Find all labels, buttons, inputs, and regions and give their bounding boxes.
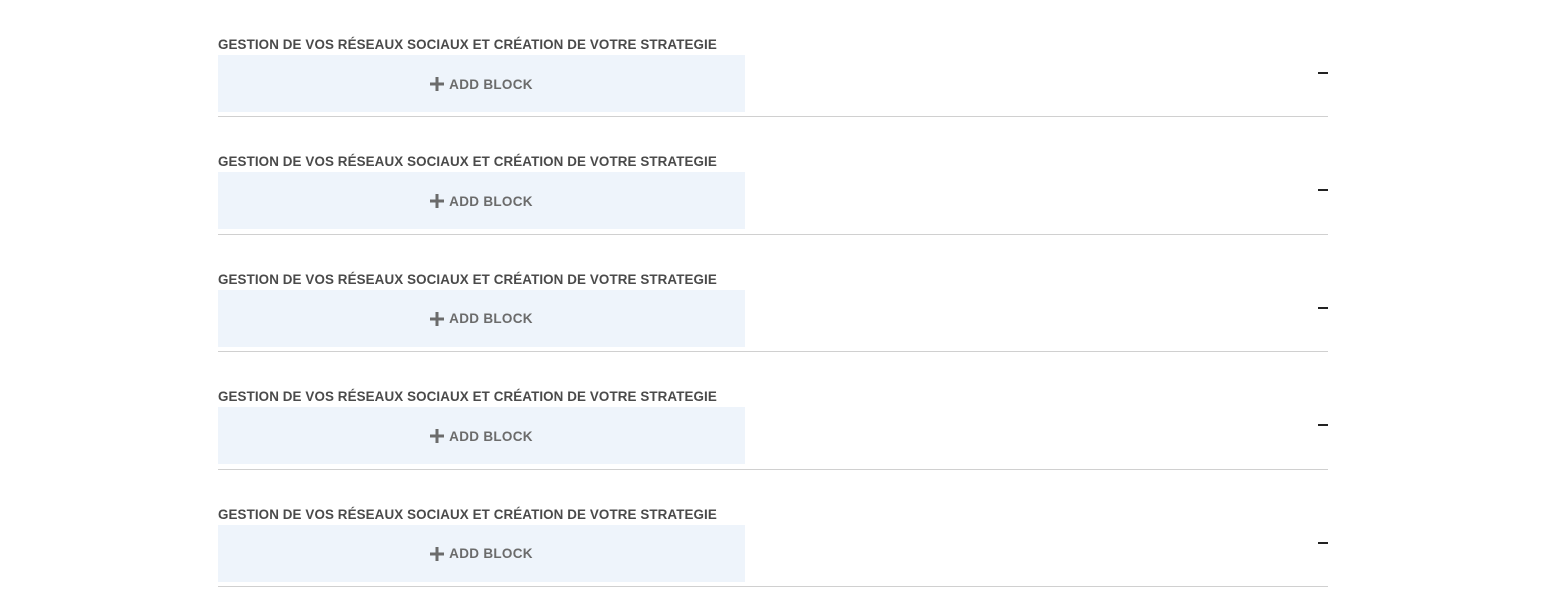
collapse-toggle-button[interactable] — [1310, 64, 1328, 82]
plus-icon — [430, 311, 445, 326]
minus-icon — [1318, 306, 1328, 309]
collapse-toggle-button[interactable] — [1310, 534, 1328, 552]
add-block-content: ADD BLOCK — [430, 77, 533, 92]
accordion-item: GESTION DE VOS RÉSEAUX SOCIAUX ET CRÉATI… — [218, 117, 1328, 235]
add-block-button[interactable]: ADD BLOCK — [218, 172, 745, 229]
accordion-item: GESTION DE VOS RÉSEAUX SOCIAUX ET CRÉATI… — [218, 352, 1328, 470]
accordion-item: GESTION DE VOS RÉSEAUX SOCIAUX ET CRÉATI… — [218, 470, 1328, 587]
add-block-button[interactable]: ADD BLOCK — [218, 524, 745, 582]
accordion-item-title: GESTION DE VOS RÉSEAUX SOCIAUX ET CRÉATI… — [218, 37, 717, 52]
collapse-toggle-button[interactable] — [1310, 416, 1328, 434]
add-block-button[interactable]: ADD BLOCK — [218, 289, 745, 347]
minus-icon — [1318, 72, 1328, 74]
add-block-label: ADD BLOCK — [449, 76, 533, 92]
plus-icon — [430, 429, 445, 443]
accordion-item: GESTION DE VOS RÉSEAUX SOCIAUX ET CRÉATI… — [218, 0, 1328, 117]
plus-icon — [430, 546, 445, 561]
collapse-toggle-button[interactable] — [1310, 181, 1328, 199]
accordion-list: GESTION DE VOS RÉSEAUX SOCIAUX ET CRÉATI… — [218, 0, 1328, 587]
add-block-button[interactable]: ADD BLOCK — [218, 55, 745, 112]
add-block-content: ADD BLOCK — [430, 429, 533, 444]
add-block-label: ADD BLOCK — [449, 428, 533, 444]
plus-icon — [430, 194, 445, 208]
add-block-label: ADD BLOCK — [449, 311, 533, 326]
minus-icon — [1318, 424, 1328, 426]
add-block-content: ADD BLOCK — [430, 194, 533, 209]
accordion-item: GESTION DE VOS RÉSEAUX SOCIAUX ET CRÉATI… — [218, 235, 1328, 352]
collapse-toggle-button[interactable] — [1310, 299, 1328, 317]
add-block-content: ADD BLOCK — [430, 311, 533, 326]
minus-icon — [1318, 189, 1328, 191]
accordion-item-title: GESTION DE VOS RÉSEAUX SOCIAUX ET CRÉATI… — [218, 506, 717, 522]
add-block-label: ADD BLOCK — [449, 546, 533, 561]
add-block-label: ADD BLOCK — [449, 193, 533, 209]
accordion-item-title: GESTION DE VOS RÉSEAUX SOCIAUX ET CRÉATI… — [218, 389, 717, 404]
add-block-content: ADD BLOCK — [430, 546, 533, 561]
minus-icon — [1318, 541, 1328, 544]
add-block-button[interactable]: ADD BLOCK — [218, 407, 745, 464]
accordion-item-title: GESTION DE VOS RÉSEAUX SOCIAUX ET CRÉATI… — [218, 271, 717, 287]
plus-icon — [430, 77, 445, 91]
accordion-item-title: GESTION DE VOS RÉSEAUX SOCIAUX ET CRÉATI… — [218, 154, 717, 169]
